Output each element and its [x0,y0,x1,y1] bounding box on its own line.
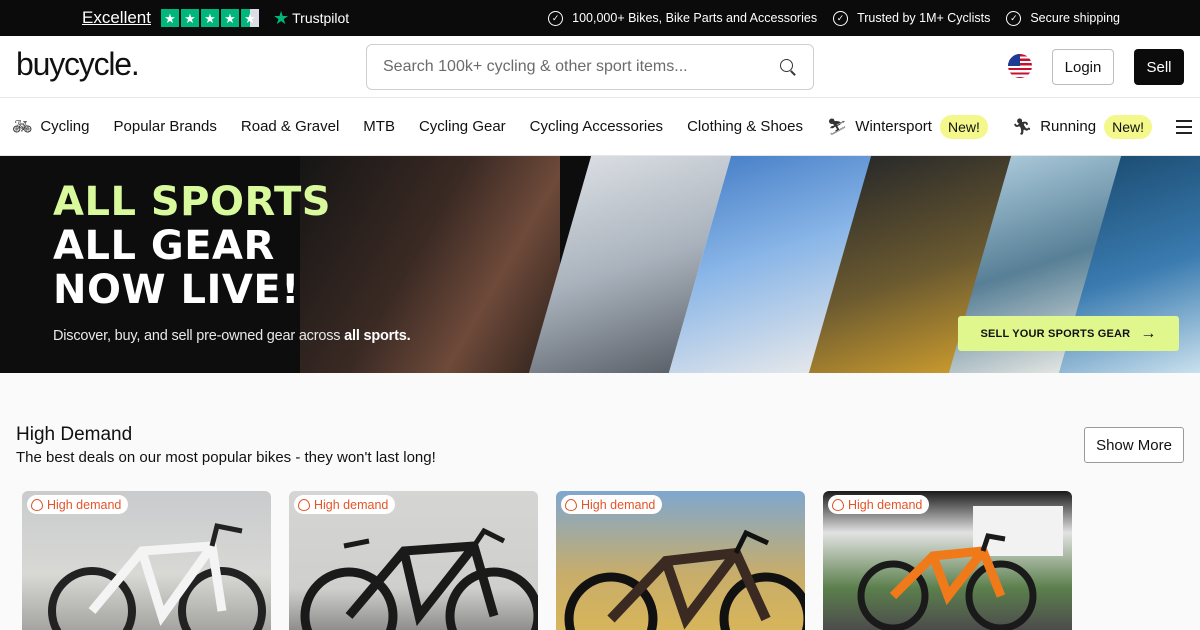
category-label: Running [1040,118,1097,135]
main-header: buycycle. Login Sell [0,36,1200,98]
product-card[interactable]: High demand [823,491,1072,630]
fire-icon [31,498,43,511]
menu-icon [1175,119,1192,134]
product-card[interactable]: High demand [22,491,271,630]
category-clothing-shoes[interactable]: Clothing & Shoes [675,98,815,155]
half-star-icon: ★ [240,9,259,27]
check-circle-icon: ✓ [833,10,849,26]
category-label: MTB [363,118,395,135]
star-icon: ★ [180,9,199,27]
hero-headline: ALL SPORTS ALL GEAR NOW LIVE! [53,180,331,312]
category-label: Clothing & Shoes [687,118,803,135]
category-cycling-accessories[interactable]: Cycling Accessories [518,98,675,155]
hero-subtitle: Discover, buy, and sell pre-owned gear a… [53,328,411,344]
category-popular-brands[interactable]: Popular Brands [102,98,229,155]
high-demand-badge: High demand [294,495,396,514]
arrow-right-icon: → [1140,324,1157,342]
trustpilot-widget[interactable]: Excellent ★ ★ ★ ★ ★ ★ Trustpilot [82,6,349,30]
high-demand-badge: High demand [561,495,663,514]
category-label: Cycling Gear [418,118,506,135]
section-title: High Demand [16,424,133,445]
hero-subtitle-text: Discover, buy, and sell pre-owned gear a… [53,328,345,344]
category-label: Cycling [40,118,90,135]
runner-icon: 🏃︎ [1011,118,1033,136]
usp-item: ✓ Secure shipping [1006,10,1120,26]
cta-label: SELL YOUR SPORTS GEAR [980,327,1131,340]
show-more-button[interactable]: Show More [1084,427,1184,463]
usp-list: ✓ 100,000+ Bikes, Bike Parts and Accessor… [548,0,1120,36]
trustpilot-rating-label[interactable]: Excellent [82,8,151,28]
usp-item: ✓ Trusted by 1M+ Cyclists [833,10,991,26]
hero-line-1: ALL SPORTS [53,179,332,225]
top-bar: Excellent ★ ★ ★ ★ ★ ★ Trustpilot ✓ 100,000… [0,0,1200,36]
fire-icon [832,498,844,511]
badge-label: High demand [581,497,656,512]
trustpilot-logo: ★ Trustpilot [273,8,349,29]
category-label: Wintersport [855,118,932,135]
category-label: Popular Brands [113,118,217,135]
hero-line-3: NOW LIVE! [53,267,300,313]
new-badge: New! [939,114,988,139]
trustpilot-star-icon: ★ [272,7,290,28]
hero-line-2: ALL GEAR [53,223,275,269]
star-icon: ★ [160,9,179,27]
badge-label: High demand [47,497,122,512]
us-flag-icon[interactable] [1008,54,1032,78]
search-icon[interactable] [779,58,797,76]
check-circle-icon: ✓ [1006,10,1022,26]
section-subtitle: The best deals on our most popular bikes… [16,449,436,466]
new-badge: New! [1104,114,1152,139]
product-card[interactable]: High demand [556,491,805,630]
category-label: Cycling Accessories [529,118,664,135]
hero-banner[interactable]: ALL SPORTS ALL GEAR NOW LIVE! Discover, … [0,156,1200,373]
search-input[interactable] [383,58,779,76]
product-carousel: High demand High demand High demand High… [22,491,1072,630]
high-demand-badge: High demand [828,495,930,514]
category-cycling-gear[interactable]: Cycling Gear [407,98,518,155]
badge-label: High demand [848,497,923,512]
trustpilot-brand: Trustpilot [292,10,350,26]
cycling-icon: 🚲︎ [12,118,33,136]
star-icon: ★ [200,9,219,27]
usp-text: 100,000+ Bikes, Bike Parts and Accessori… [572,11,818,25]
sell-sports-gear-button[interactable]: SELL YOUR SPORTS GEAR → [958,316,1179,351]
login-button[interactable]: Login [1052,49,1114,85]
check-circle-icon: ✓ [548,10,564,26]
category-label: Road & Gravel [240,118,340,135]
fire-icon [565,498,577,511]
usp-text: Secure shipping [1030,11,1120,25]
category-road-gravel[interactable]: Road & Gravel [229,98,351,155]
sell-button[interactable]: Sell [1134,49,1184,85]
fire-icon [298,498,310,511]
category-running[interactable]: 🏃︎ Running New! [1000,98,1164,155]
category-cycling[interactable]: 🚲︎ Cycling [0,98,102,155]
product-card[interactable]: High demand [289,491,538,630]
star-icon: ★ [220,9,239,27]
usp-item: ✓ 100,000+ Bikes, Bike Parts and Accessor… [548,10,818,26]
trustpilot-stars: ★ ★ ★ ★ ★ [160,9,259,27]
skier-icon: ⛷︎ [826,118,848,136]
hero-subtitle-bold: all sports. [344,328,411,344]
search-bar[interactable] [366,44,814,90]
buycycle-logo[interactable]: buycycle. [16,46,140,83]
category-wintersport[interactable]: ⛷︎ Wintersport New! [815,98,1000,155]
usp-text: Trusted by 1M+ Cyclists [857,11,991,25]
category-nav: 🚲︎ Cycling Popular Brands Road & Gravel M… [0,98,1200,156]
category-mtb[interactable]: MTB [351,98,407,155]
category-other[interactable]: Ot [1164,98,1200,155]
badge-label: High demand [314,497,389,512]
high-demand-badge: High demand [27,495,129,514]
